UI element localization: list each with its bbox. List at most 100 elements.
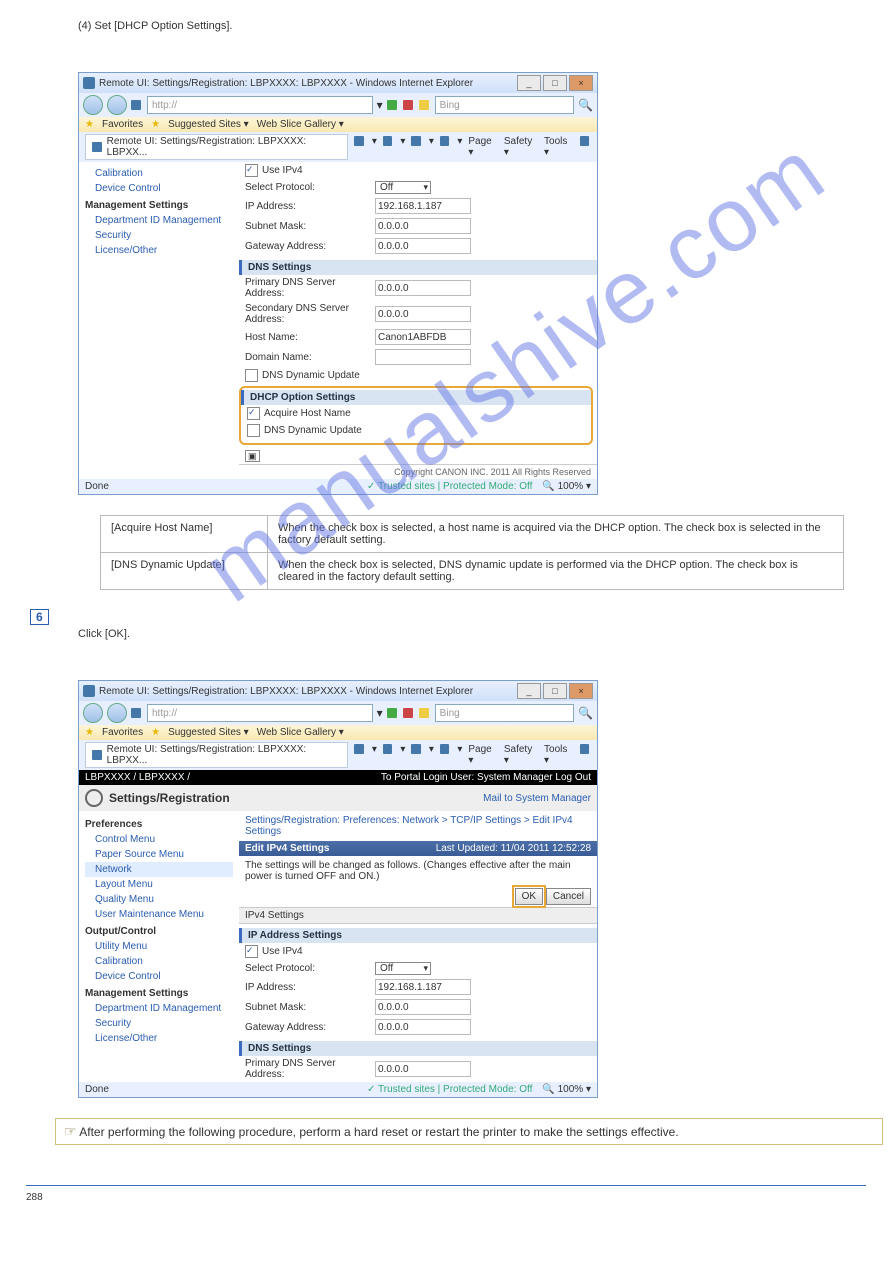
search-icon[interactable] [419, 100, 429, 110]
help-icon[interactable] [580, 136, 589, 146]
dns-dynamic2-checkbox[interactable] [247, 424, 260, 437]
main-panel: Use IPv4 Select Protocol:Off IP Address:… [239, 162, 597, 479]
webslice[interactable]: Web Slice Gallery ▾ [257, 727, 344, 738]
mail-icon[interactable] [411, 136, 420, 146]
dropdown-icon[interactable]: ▾ [377, 98, 383, 112]
subnet-input[interactable] [375, 218, 471, 234]
mail-icon[interactable] [411, 744, 420, 754]
back-button[interactable] [83, 703, 103, 723]
sidebar-item-device-control[interactable]: Device Control [85, 181, 233, 196]
suggested-sites[interactable]: Suggested Sites ▾ [168, 119, 249, 130]
search-icon[interactable] [419, 708, 429, 718]
tools-menu[interactable]: Tools ▾ [544, 136, 573, 158]
sidebar-item-network[interactable]: Network [85, 862, 233, 877]
close-button[interactable]: × [569, 75, 593, 91]
favorites-label[interactable]: Favorites [102, 727, 143, 738]
gateway-input[interactable] [375, 238, 471, 254]
refresh-icon[interactable] [387, 708, 397, 718]
stop-icon[interactable] [403, 100, 413, 110]
sidebar-item-control[interactable]: Control Menu [85, 832, 233, 847]
ip-address-input[interactable] [375, 198, 471, 214]
domain-name-input[interactable] [375, 349, 471, 365]
select-protocol-dropdown[interactable]: Off [375, 181, 431, 194]
maximize-button[interactable]: □ [543, 683, 567, 699]
cancel-button[interactable]: Cancel [546, 888, 591, 905]
print-icon[interactable] [440, 744, 449, 754]
sidebar-item-security[interactable]: Security [85, 228, 233, 243]
subnet-input[interactable] [375, 999, 471, 1015]
search-go-icon[interactable]: 🔍 [578, 98, 593, 112]
reg-title: Settings/Registration [109, 791, 230, 805]
dropdown-icon[interactable]: ▾ [377, 706, 383, 720]
use-ipv4-checkbox[interactable] [245, 945, 258, 958]
search-input[interactable]: Bing [435, 96, 574, 114]
sidebar-item-security[interactable]: Security [85, 1016, 233, 1031]
note-hand-icon: ☞ [64, 1123, 77, 1139]
sidebar-2: Preferences Control Menu Paper Source Me… [79, 811, 239, 1082]
domain-name-label: Domain Name: [245, 352, 375, 363]
minimize-button[interactable]: _ [517, 683, 541, 699]
feeds-icon[interactable] [383, 744, 392, 754]
search-input[interactable]: Bing [435, 704, 574, 722]
close-button[interactable]: × [569, 683, 593, 699]
help-icon[interactable] [580, 744, 589, 754]
safety-menu[interactable]: Safety ▾ [504, 744, 538, 766]
sidebar-item-license[interactable]: License/Other [85, 243, 233, 258]
back-button[interactable] [83, 95, 103, 115]
browser-tab[interactable]: Remote UI: Settings/Registration: LBPXXX… [85, 742, 348, 768]
step-4-label: (4) Set [DHCP Option Settings]. [78, 20, 893, 32]
home-icon[interactable] [354, 744, 363, 754]
safety-menu[interactable]: Safety ▾ [504, 136, 538, 158]
ip-address-input[interactable] [375, 979, 471, 995]
breadcrumb[interactable]: Settings/Registration: Preferences: Netw… [239, 811, 597, 841]
sidebar-item-paper[interactable]: Paper Source Menu [85, 847, 233, 862]
star-icon[interactable]: ★ [85, 727, 94, 738]
sidebar-item-dept-id[interactable]: Department ID Management [85, 213, 233, 228]
select-protocol-label: Select Protocol: [245, 963, 375, 974]
star-icon[interactable]: ★ [85, 119, 94, 130]
sidebar-item-utility[interactable]: Utility Menu [85, 939, 233, 954]
maximize-button[interactable]: □ [543, 75, 567, 91]
print-icon[interactable] [440, 136, 449, 146]
mail-to-sysmgr[interactable]: Mail to System Manager [483, 793, 591, 804]
sidebar-item-quality[interactable]: Quality Menu [85, 892, 233, 907]
use-ipv4-checkbox[interactable] [245, 164, 258, 177]
portal-login[interactable]: To Portal Login User: System Manager Log… [381, 772, 591, 783]
gateway-input[interactable] [375, 1019, 471, 1035]
sidebar-item-layout[interactable]: Layout Menu [85, 877, 233, 892]
browser-tab[interactable]: Remote UI: Settings/Registration: LBPXXX… [85, 134, 348, 160]
home-icon[interactable] [354, 136, 363, 146]
page-menu[interactable]: Page ▾ [468, 744, 497, 766]
host-name-input[interactable] [375, 329, 471, 345]
sidebar-item-device-control[interactable]: Device Control [85, 969, 233, 984]
ok-button[interactable]: OK [515, 888, 543, 905]
url-input[interactable]: http:// [147, 704, 373, 722]
forward-button[interactable] [107, 95, 127, 115]
minimize-button[interactable]: _ [517, 75, 541, 91]
sidebar-item-usermaint[interactable]: User Maintenance Menu [85, 907, 233, 922]
window-title: Remote UI: Settings/Registration: LBPXXX… [99, 78, 473, 89]
stop-icon[interactable] [403, 708, 413, 718]
tools-menu[interactable]: Tools ▾ [544, 744, 573, 766]
select-protocol-dropdown[interactable]: Off [375, 962, 431, 975]
expand-icon[interactable]: ▣ [245, 450, 260, 462]
acquire-host-checkbox[interactable] [247, 407, 260, 420]
feeds-icon[interactable] [383, 136, 392, 146]
search-go-icon[interactable]: 🔍 [578, 706, 593, 720]
sidebar-item-calibration[interactable]: Calibration [85, 954, 233, 969]
page-menu[interactable]: Page ▾ [468, 136, 497, 158]
primary-dns-input[interactable] [375, 1061, 471, 1077]
webslice[interactable]: Web Slice Gallery ▾ [257, 119, 344, 130]
sidebar-item-calibration[interactable]: Calibration [85, 166, 233, 181]
sidebar-item-dept-id[interactable]: Department ID Management [85, 1001, 233, 1016]
refresh-icon[interactable] [387, 100, 397, 110]
suggested-sites[interactable]: Suggested Sites ▾ [168, 727, 249, 738]
url-input[interactable]: http:// [147, 96, 373, 114]
forward-button[interactable] [107, 703, 127, 723]
primary-dns-input[interactable] [375, 280, 471, 296]
favorites-label[interactable]: Favorites [102, 119, 143, 130]
favorites-bar-2: ★ Favorites ★ Suggested Sites ▾ Web Slic… [79, 725, 597, 740]
dns-dynamic-checkbox[interactable] [245, 369, 258, 382]
secondary-dns-input[interactable] [375, 306, 471, 322]
sidebar-item-license[interactable]: License/Other [85, 1031, 233, 1046]
